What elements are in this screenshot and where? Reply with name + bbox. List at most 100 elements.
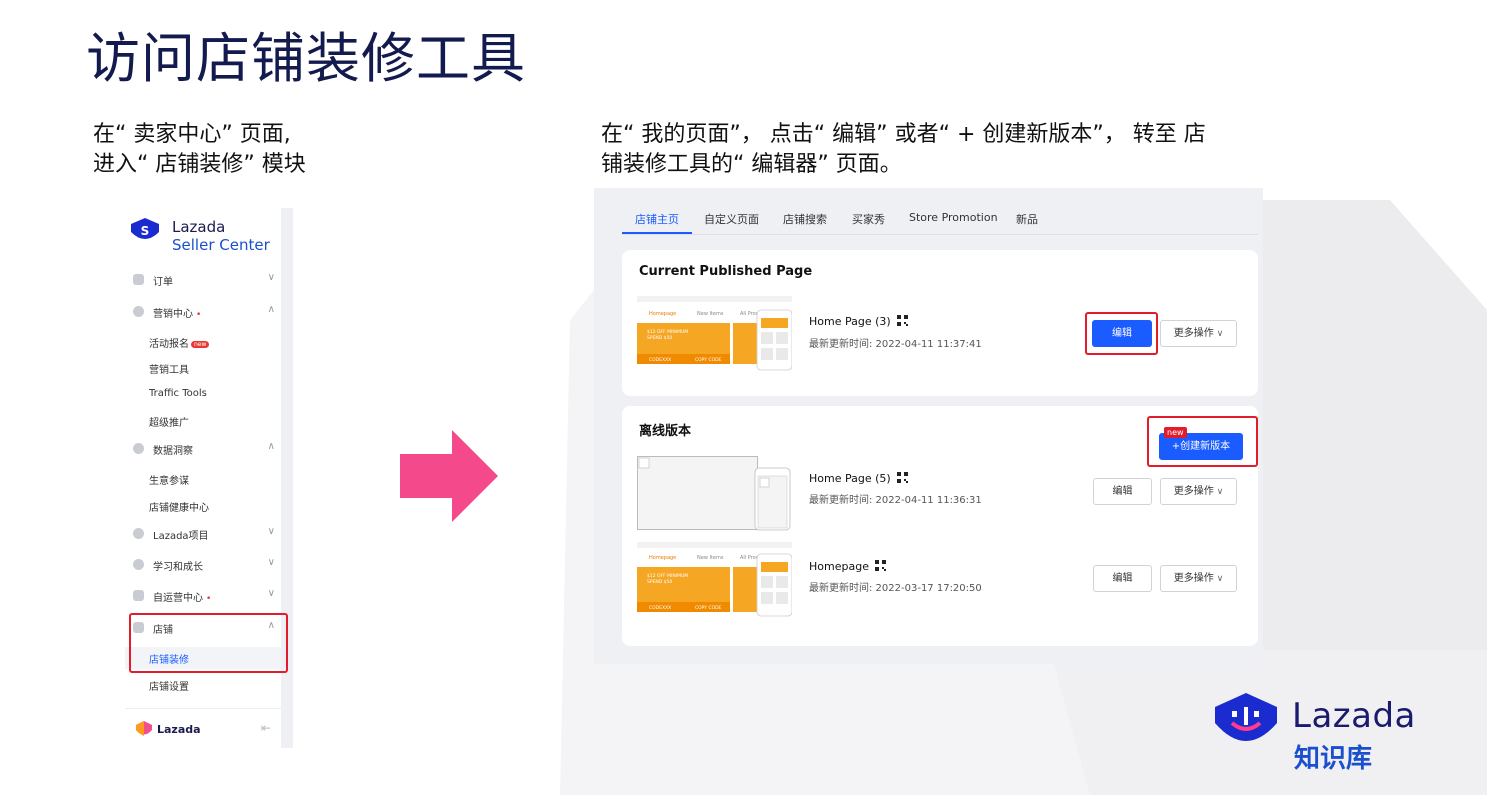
sidebar-subitem-label: 营销工具 [149, 365, 189, 376]
sidebar-item-data-insight[interactable]: 数据洞察 ∧ [125, 438, 281, 460]
sidebar-subitem-campaign-signup[interactable]: 活动报名 new [125, 331, 281, 353]
sidebar-item-lazada-projects[interactable]: Lazada项目 ∨ [125, 523, 281, 545]
marketing-icon [133, 306, 144, 317]
published-page-thumbnail[interactable]: Homepage New Items All Products $12 OFF … [637, 296, 792, 371]
thumb-promo-line1: $12 OFF MINIMUM [647, 329, 688, 335]
offline-card-title: 离线版本 [639, 424, 692, 439]
collapse-sidebar-icon[interactable]: ⇤ [261, 721, 271, 735]
self-operation-icon [133, 590, 144, 601]
sidebar-item-label: 学习和成长 [153, 562, 203, 573]
new-badge: new [191, 341, 210, 348]
sidebar-item-label: 营销中心 [153, 309, 193, 320]
thumb-tab-homepage: Homepage [649, 555, 676, 561]
notification-dot: • [196, 310, 202, 320]
sidebar-subitem-super-promotion[interactable]: 超级推广 [125, 410, 281, 432]
sidebar-footer: Lazada ⇤ [125, 708, 281, 749]
sidebar-subitem-traffic-tools[interactable]: Traffic Tools [125, 384, 281, 406]
right-caption-line2: 铺装修工具的“ 编辑器” 页面。 [601, 152, 902, 177]
learning-icon [133, 559, 144, 570]
notification-dot: • [206, 594, 212, 604]
highlight-edit-button [1085, 312, 1158, 355]
data-icon [133, 443, 144, 454]
tab-store-search[interactable]: 店铺搜索 [783, 211, 827, 227]
edit-button[interactable]: 编辑 [1093, 565, 1152, 592]
sidebar-brand-line1: Lazada [172, 218, 226, 236]
lazada-wordmark: Lazada [1292, 696, 1416, 736]
more-actions-dropdown[interactable]: 更多操作 ∨ [1160, 565, 1237, 592]
chevron-down-icon: ∨ [1216, 487, 1224, 497]
tab-custom-pages[interactable]: 自定义页面 [704, 211, 759, 227]
thumb-tab-new-items: New Items [697, 311, 724, 317]
order-icon [133, 274, 144, 285]
sidebar-subitem-label: Traffic Tools [149, 388, 207, 399]
highlight-create-button [1147, 416, 1258, 467]
thumb-promo-line2: SPEND $50 [647, 579, 672, 585]
tab-buyer-show[interactable]: 买家秀 [852, 211, 885, 227]
sidebar-subitem-label: 店铺健康中心 [149, 503, 209, 514]
more-actions-dropdown[interactable]: 更多操作 ∨ [1160, 320, 1237, 347]
highlight-store-menu [129, 613, 288, 673]
active-tab-indicator [622, 232, 692, 234]
sidebar-item-label: 数据洞察 [153, 446, 193, 457]
sidebar-brand-line2: Seller Center [172, 236, 270, 254]
lazada-logo-icon [1215, 693, 1277, 741]
thumb-copy-code: COPY CODE [695, 605, 722, 611]
chevron-down-icon: ∨ [267, 272, 275, 283]
page-tabs: 店铺主页 自定义页面 店铺搜索 买家秀 Store Promotion 新品 [594, 188, 1263, 238]
sidebar-subitem-label: 活动报名 [149, 339, 189, 350]
page-title: 访问店铺装修工具 [86, 27, 526, 90]
thumb-promo-line2: SPEND $50 [647, 335, 672, 341]
project-icon [133, 528, 144, 539]
sidebar-subitem-label: 超级推广 [149, 418, 189, 429]
chevron-down-icon: ∨ [1216, 574, 1224, 584]
thumb-tab-homepage: Homepage [649, 311, 676, 317]
sidebar-item-self-operation[interactable]: 自运营中心 • ∨ [125, 585, 281, 607]
sidebar-item-marketing[interactable]: 营销中心 • ∧ [125, 301, 281, 323]
published-card-title: Current Published Page [639, 264, 813, 279]
thumb-copy-code: COPY CODE [695, 357, 722, 363]
chevron-down-icon: ∨ [267, 526, 275, 537]
published-page-name: Home Page (3) [809, 315, 908, 328]
sidebar-subitem-label: 店铺设置 [149, 682, 189, 693]
lazada-seller-logo-icon: S [131, 218, 159, 239]
published-updated-time: 最新更新时间: 2022-04-11 11:37:41 [809, 339, 982, 350]
knowledge-base-label: 知识库 [1294, 744, 1373, 774]
chevron-down-icon: ∨ [267, 557, 275, 568]
sidebar-subitem-marketing-tools[interactable]: 营销工具 [125, 357, 281, 379]
left-caption-line1: 在“ 卖家中心” 页面, [93, 122, 291, 147]
tab-store-promotion[interactable]: Store Promotion [909, 211, 998, 224]
offline-page-name: Homepage [809, 560, 886, 573]
chevron-up-icon: ∧ [267, 304, 275, 315]
sidebar-subitem-label: 生意参谋 [149, 476, 189, 487]
more-actions-dropdown[interactable]: 更多操作 ∨ [1160, 478, 1237, 505]
qr-code-icon[interactable] [896, 315, 908, 326]
sidebar-item-label: 自运营中心 [153, 593, 203, 604]
sidebar-subitem-store-health[interactable]: 店铺健康中心 [125, 495, 281, 517]
svg-text:S: S [141, 224, 150, 238]
sidebar-footer-brand: Lazada [157, 723, 201, 736]
right-caption-line1: 在“ 我的页面”， 点击“ 编辑” 或者“ + 创建新版本”， 转至 店 [601, 122, 1206, 147]
qr-code-icon[interactable] [874, 560, 886, 571]
right-caption: 在“ 我的页面”， 点击“ 编辑” 或者“ + 创建新版本”， 转至 店 铺装修… [601, 120, 1261, 180]
current-published-card: Current Published Page Homepage New Item… [622, 250, 1258, 396]
chevron-down-icon: ∨ [267, 588, 275, 599]
offline-page-thumbnail[interactable]: Homepage New Items All Products $12 OFF … [637, 542, 792, 617]
tab-divider [622, 234, 1258, 235]
arrow-right-icon [400, 430, 498, 522]
thumb-promo-line1: $12 OFF MINIMUM [647, 573, 688, 579]
sidebar-subitem-store-settings[interactable]: 店铺设置 [125, 674, 281, 696]
chevron-up-icon: ∧ [267, 441, 275, 452]
qr-code-icon[interactable] [896, 472, 908, 483]
sidebar-item-label: Lazada项目 [153, 531, 209, 542]
left-caption: 在“ 卖家中心” 页面, 进入“ 店铺装修” 模块 [93, 120, 413, 180]
sidebar-subitem-business-advisor[interactable]: 生意参谋 [125, 468, 281, 490]
sidebar-item-orders[interactable]: 订单 ∨ [125, 269, 281, 291]
offline-updated-time: 最新更新时间: 2022-04-11 11:36:31 [809, 495, 982, 506]
edit-button[interactable]: 编辑 [1093, 478, 1152, 505]
tab-store-home[interactable]: 店铺主页 [635, 211, 679, 227]
sidebar-item-learning[interactable]: 学习和成长 ∨ [125, 554, 281, 576]
offline-page-name: Home Page (5) [809, 472, 908, 485]
offline-page-thumbnail[interactable] [637, 456, 792, 531]
tab-new-items[interactable]: 新品 [1016, 211, 1038, 227]
left-caption-line2: 进入“ 店铺装修” 模块 [93, 152, 306, 177]
